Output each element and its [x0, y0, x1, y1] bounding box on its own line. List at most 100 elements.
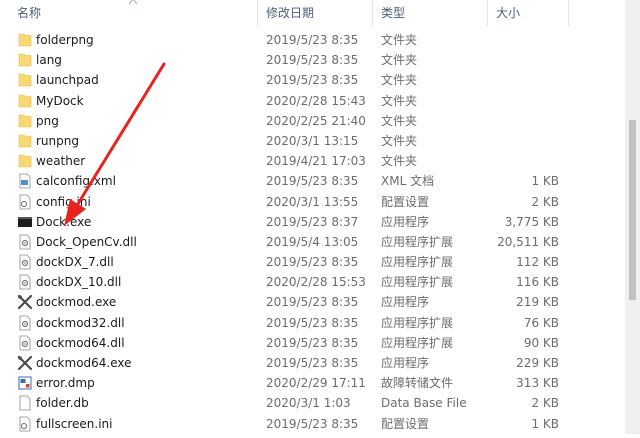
file-modified-date: 2019/5/23 8:35	[266, 255, 359, 270]
file-modified-date: 2019/5/23 8:35	[266, 315, 359, 330]
file-type: 文件夹	[381, 33, 418, 47]
file-row[interactable]: folder.db 2020/3/1 1:03 Data Base File 2 KB	[0, 393, 640, 413]
file-name: dockmod.exe	[36, 295, 117, 310]
file-type: 应用程序扩展	[381, 335, 454, 350]
file-row[interactable]: lang 2019/5/23 8:35 文件夹	[0, 50, 640, 70]
file-type: 文件夹	[381, 53, 418, 68]
file-type: 故障转储文件	[381, 376, 454, 391]
file-name: dockmod64.exe	[36, 356, 132, 370]
file-type: 配置设置	[381, 416, 430, 431]
file-modified-date: 2020/2/28 15:43	[266, 93, 366, 108]
file-list: folderpng 2019/5/23 8:35 文件夹 lang 2019/5/23 …	[0, 30, 640, 434]
file-row[interactable]: launchpad 2019/5/23 8:35 文件夹	[0, 70, 640, 90]
column-header-size[interactable]: 大小	[496, 0, 520, 26]
file-row[interactable]: png 2020/2/25 21:40 文件夹	[0, 111, 640, 131]
file-row[interactable]: Dock_OpenCv.dll 2019/5/4 13:05 应用程序扩展 20,51…	[0, 232, 640, 252]
file-name: error.dmp	[36, 376, 95, 391]
file-row[interactable]: folderpng 2019/5/23 8:35 文件夹	[0, 30, 640, 50]
dll-file-icon	[17, 274, 33, 290]
file-size: 219 KB	[516, 295, 559, 310]
folder-icon	[17, 32, 33, 48]
ini-file-icon	[17, 194, 33, 210]
column-header-type[interactable]: 类型	[381, 0, 405, 26]
file-row[interactable]: dockmod.exe 2019/5/23 8:35 应用程序 219 KB	[0, 292, 640, 312]
file-name: calconfig.xml	[36, 174, 116, 189]
file-row[interactable]: dockmod32.dll 2019/5/23 8:35 应用程序扩展 76 KB	[0, 313, 640, 333]
file-name: dockmod32.dll	[36, 315, 125, 330]
file-modified-date: 2019/5/23 8:35	[266, 335, 359, 350]
file-size: 20,511 KB	[497, 234, 559, 249]
file-modified-date: 2019/5/23 8:35	[266, 53, 359, 68]
file-name: dockDX_10.dll	[36, 275, 122, 290]
file-size: 112 KB	[516, 255, 559, 270]
xml-file-icon	[17, 173, 33, 189]
column-divider[interactable]	[487, 0, 488, 26]
file-modified-date: 2020/2/25 21:40	[266, 113, 366, 128]
file-size: 2 KB	[531, 396, 559, 411]
file-modified-date: 2020/3/1 1:03	[266, 396, 351, 411]
file-type: 应用程序扩展	[381, 315, 454, 330]
column-header-name[interactable]: 名称	[17, 0, 41, 26]
file-row[interactable]: runpng 2020/3/1 13:15 文件夹	[0, 131, 640, 151]
file-type: 文件夹	[381, 73, 418, 88]
file-row[interactable]: config.ini 2020/3/1 13:55 配置设置 2 KB	[0, 192, 640, 212]
ini-file-icon	[17, 416, 33, 432]
file-type: 应用程序扩展	[381, 255, 454, 270]
column-divider[interactable]	[257, 0, 258, 26]
file-modified-date: 2020/2/28 15:53	[266, 275, 366, 290]
file-modified-date: 2019/4/21 17:03	[266, 154, 366, 169]
file-name: fullscreen.ini	[36, 416, 113, 431]
column-header-date[interactable]: 修改日期	[266, 0, 314, 26]
file-row[interactable]: dockmod64.exe 2019/5/23 8:35 应用程序 229 KB	[0, 353, 640, 373]
file-type: 文件夹	[381, 154, 418, 169]
file-row[interactable]: MyDock 2020/2/28 15:43 文件夹	[0, 91, 640, 111]
file-modified-date: 2019/5/23 8:35	[266, 174, 359, 189]
file-size: 3,775 KB	[504, 214, 559, 229]
file-type: 文件夹	[381, 113, 418, 128]
file-row[interactable]: fullscreen.ini 2019/5/23 8:35 配置设置 1 KB	[0, 414, 640, 434]
file-row[interactable]: dockDX_10.dll 2020/2/28 15:53 应用程序扩展 116 KB	[0, 272, 640, 292]
file-type: 应用程序扩展	[381, 275, 454, 290]
dmp-file-icon	[17, 375, 33, 391]
file-size: 1 KB	[531, 416, 559, 431]
file-size: 1 KB	[531, 174, 559, 189]
file-modified-date: 2019/5/23 8:35	[266, 416, 359, 431]
file-modified-date: 2019/5/4 13:05	[266, 234, 359, 249]
file-row[interactable]: dockmod64.dll 2019/5/23 8:35 应用程序扩展 90 KB	[0, 333, 640, 353]
file-modified-date: 2019/5/23 8:35	[266, 356, 359, 370]
file-row[interactable]: dockDX_7.dll 2019/5/23 8:35 应用程序扩展 112 KB	[0, 252, 640, 272]
file-name: weather	[36, 154, 86, 169]
file-name: launchpad	[36, 73, 99, 88]
db-file-icon	[17, 395, 33, 411]
file-size: 229 KB	[516, 356, 559, 370]
file-modified-date: 2019/5/23 8:35	[266, 295, 359, 310]
scrollbar-thumb[interactable]	[629, 120, 636, 300]
file-name: dockmod64.dll	[36, 335, 125, 350]
file-size: 313 KB	[516, 376, 559, 391]
file-row[interactable]: calconfig.xml 2019/5/23 8:35 XML 文档 1 KB	[0, 171, 640, 191]
file-modified-date: 2020/3/1 13:15	[266, 133, 359, 148]
column-divider[interactable]	[568, 0, 569, 26]
file-name: folderpng	[36, 33, 94, 47]
file-row[interactable]: error.dmp 2020/2/29 17:11 故障转储文件 313 KB	[0, 373, 640, 393]
dll-file-icon	[17, 335, 33, 351]
file-name: png	[36, 113, 59, 128]
file-name: runpng	[36, 133, 79, 148]
column-divider[interactable]	[372, 0, 373, 26]
file-type: 文件夹	[381, 133, 418, 148]
file-type: 应用程序	[381, 295, 430, 310]
tools-exe-icon	[17, 355, 33, 371]
file-row[interactable]: Dock.exe 2019/5/23 8:37 应用程序 3,775 KB	[0, 212, 640, 232]
exe-window-icon	[17, 214, 33, 230]
file-name: config.ini	[36, 194, 91, 209]
folder-icon	[17, 153, 33, 169]
file-row[interactable]: weather 2019/4/21 17:03 文件夹	[0, 151, 640, 171]
file-modified-date: 2020/2/29 17:11	[266, 376, 366, 391]
file-name: folder.db	[36, 396, 89, 411]
file-name: MyDock	[36, 93, 84, 108]
file-type: Data Base File	[381, 396, 467, 411]
tools-exe-icon	[17, 294, 33, 310]
folder-icon	[17, 113, 33, 129]
file-type: XML 文档	[381, 174, 435, 189]
file-modified-date: 2019/5/23 8:37	[266, 214, 359, 229]
